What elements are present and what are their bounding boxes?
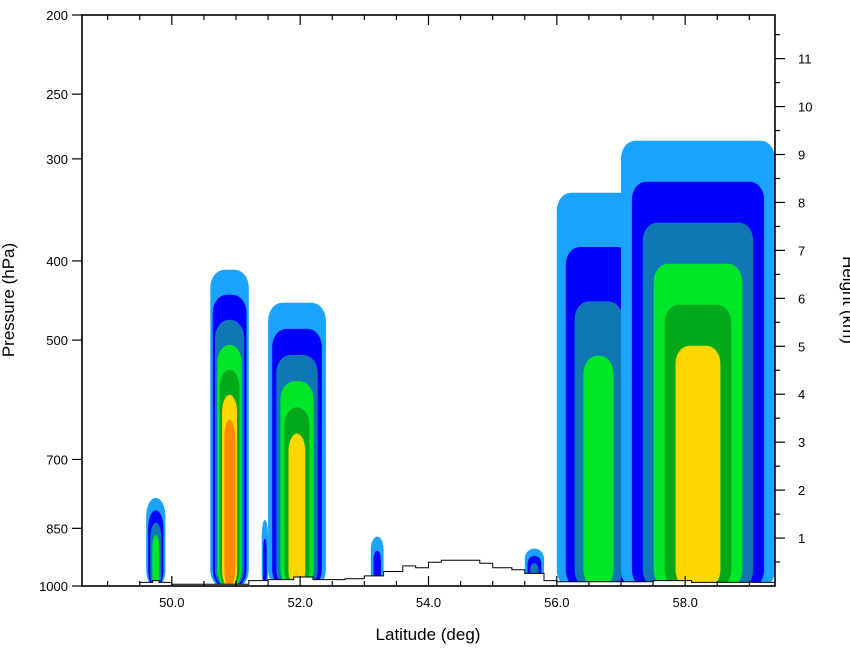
y-axis-title: Pressure (hPa) [0, 243, 18, 357]
y2-tick-label: 11 [798, 52, 812, 67]
y-tick-label: 500 [46, 333, 68, 348]
y-tick-label: 400 [46, 254, 68, 269]
x-tick-label: 58.0 [673, 595, 698, 610]
y2-tick-label: 5 [798, 339, 805, 354]
precip-cell [146, 497, 166, 586]
contour-band [152, 535, 160, 586]
x-tick-label: 54.0 [416, 595, 441, 610]
y2-tick-label: 10 [798, 100, 812, 115]
contour-band [288, 433, 306, 586]
y2-tick-label: 1 [798, 531, 805, 546]
y-tick-label: 700 [46, 452, 68, 467]
precip-cell [210, 269, 249, 586]
cross-section-chart: 50.0 52.0 54.0 56.0 58.020025030040050070085… [0, 8, 850, 644]
y-tick-label: 1000 [39, 579, 68, 594]
y2-tick-label: 7 [798, 243, 805, 258]
y-tick-label: 200 [46, 8, 68, 23]
y2-tick-label: 4 [798, 387, 805, 402]
y-tick-label: 850 [46, 521, 68, 536]
x-tick-label: 56.0 [544, 595, 569, 610]
y2-tick-label: 8 [798, 195, 805, 210]
x-tick-label: 52.0 [288, 595, 313, 610]
precip-cell [268, 302, 326, 586]
y2-tick-label: 9 [798, 148, 805, 163]
contour-band [224, 419, 235, 586]
y2-tick-label: 3 [798, 435, 805, 450]
y2-tick-label: 6 [798, 291, 805, 306]
precip-cell [261, 519, 269, 586]
contour-band [675, 345, 721, 586]
precip-cell [621, 140, 775, 586]
y2-axis-title: Height (km) [839, 256, 850, 344]
y-tick-label: 300 [46, 152, 68, 167]
y-tick-label: 250 [46, 87, 68, 102]
contour-band [583, 355, 614, 586]
y2-tick-label: 2 [798, 483, 805, 498]
x-axis-title: Latitude (deg) [376, 625, 481, 644]
x-tick-label: 50.0 [159, 595, 184, 610]
